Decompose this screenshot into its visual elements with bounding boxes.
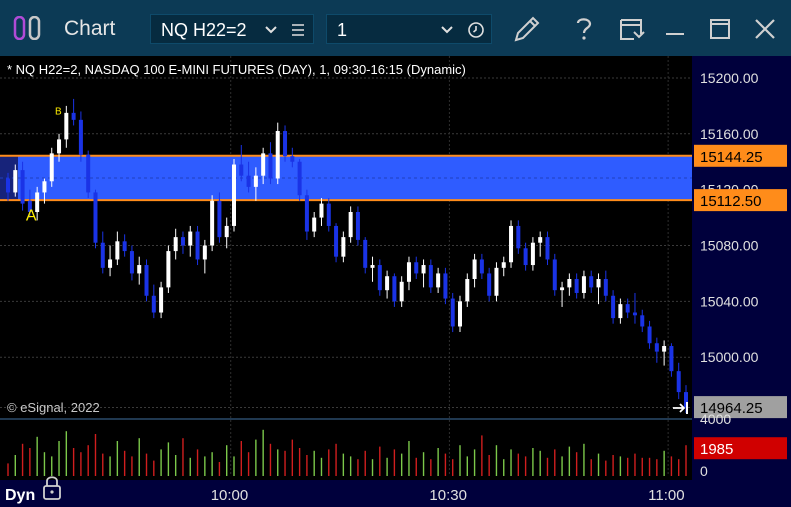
maximize-icon[interactable] — [703, 12, 737, 46]
candle[interactable] — [494, 262, 499, 302]
candle[interactable] — [232, 158, 236, 232]
band-upper-tag-label: 15144.25 — [700, 149, 763, 166]
window-title: Chart — [64, 17, 116, 40]
price-chart[interactable]: BA 15200.0015160.0015120.0015080.0015040… — [0, 56, 791, 507]
marker-b[interactable]: B — [55, 106, 62, 117]
menu-lines-icon[interactable] — [291, 23, 305, 37]
volume-tick-label: 4000 — [700, 411, 731, 427]
marker-a[interactable]: A — [26, 207, 37, 224]
volume-last-label: 1985 — [700, 441, 733, 458]
interval-combo[interactable]: 1 — [326, 14, 492, 44]
y-tick-label: 15000.00 — [700, 349, 759, 365]
y-tick-label: 15040.00 — [700, 293, 759, 309]
candle[interactable] — [355, 206, 360, 246]
symbol-value: NQ H22=2 — [161, 20, 247, 40]
title-bar: Chart NQ H22=2 1 — [0, 0, 791, 56]
clock-icon[interactable] — [467, 21, 485, 39]
y-tick-label: 15160.00 — [700, 126, 759, 142]
close-icon[interactable] — [748, 12, 782, 46]
chart-area[interactable]: BA 15200.0015160.0015120.0015080.0015040… — [0, 56, 791, 507]
x-axis-mode-label[interactable]: Dyn — [5, 487, 35, 504]
chevron-down-icon[interactable] — [264, 24, 278, 36]
copyright-text: © eSignal, 2022 — [7, 400, 100, 415]
candle[interactable] — [334, 223, 339, 263]
candle[interactable] — [275, 122, 280, 185]
symbol-combo[interactable]: NQ H22=2 — [150, 14, 314, 44]
band-lower-tag-label: 15112.50 — [700, 193, 761, 210]
interval-value: 1 — [337, 20, 348, 40]
chevron-down-icon[interactable] — [440, 24, 454, 36]
candle[interactable] — [144, 259, 149, 302]
chart-title: * NQ H22=2, NASDAQ 100 E-MINI FUTURES (D… — [7, 62, 466, 77]
candle[interactable] — [49, 147, 54, 187]
volume-tick-label: 0 — [700, 463, 708, 479]
candle[interactable] — [86, 150, 91, 199]
x-tick-label: 10:00 — [211, 487, 249, 504]
candle[interactable] — [166, 245, 171, 293]
x-axis-panel — [0, 480, 692, 507]
save-template-icon[interactable] — [614, 12, 648, 46]
help-icon[interactable] — [567, 12, 601, 46]
candle[interactable] — [93, 189, 98, 249]
x-tick-label: 11:00 — [648, 487, 684, 504]
app-logo-icon — [13, 16, 41, 40]
y-tick-label: 15200.00 — [700, 70, 759, 86]
candle[interactable] — [450, 292, 455, 333]
pencil-icon[interactable] — [510, 12, 544, 46]
candle[interactable] — [297, 158, 302, 201]
x-tick-label: 10:30 — [429, 487, 467, 504]
candle[interactable] — [552, 253, 557, 296]
candle[interactable] — [210, 195, 215, 252]
minimize-icon[interactable] — [658, 12, 692, 46]
candle[interactable] — [509, 220, 514, 268]
candle[interactable] — [195, 225, 200, 266]
y-tick-label: 15080.00 — [700, 238, 759, 254]
